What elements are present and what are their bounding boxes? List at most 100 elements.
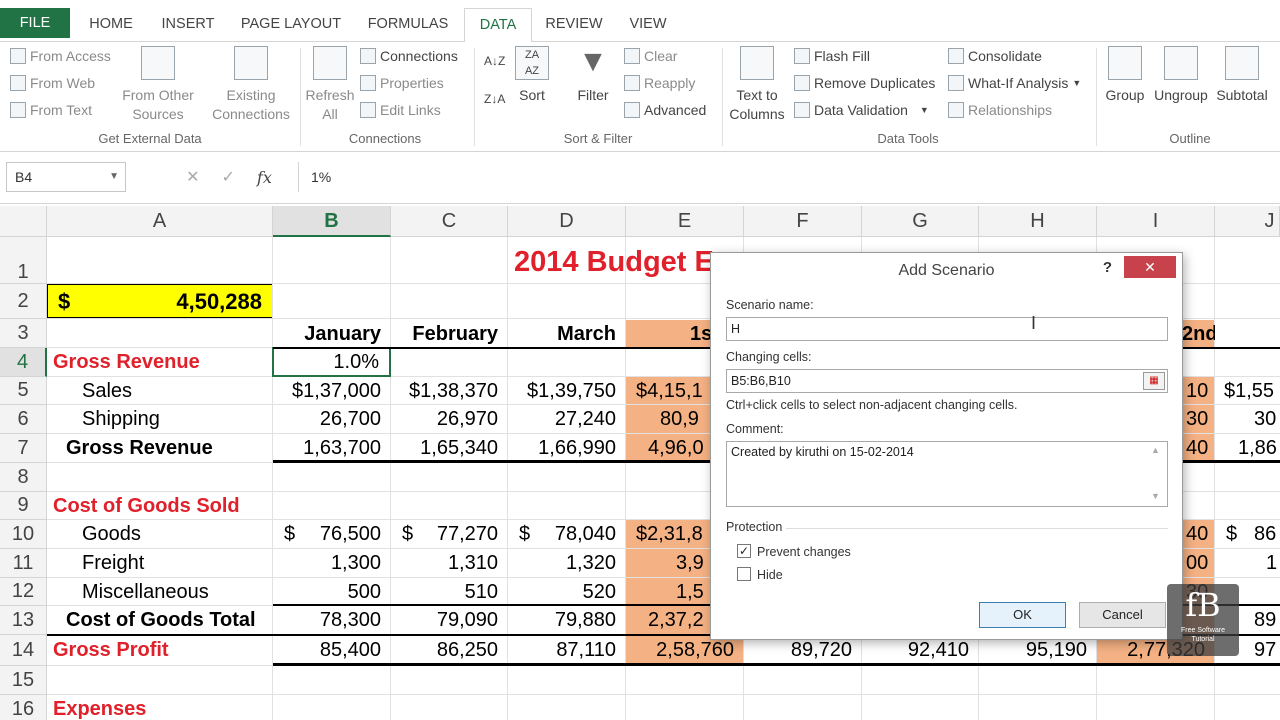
cell-d11[interactable]: 1,320: [508, 549, 626, 578]
cell-e11[interactable]: 3,9: [676, 549, 710, 578]
cell-b7[interactable]: 1,63,700: [273, 434, 391, 463]
hide-checkbox[interactable]: [737, 567, 751, 581]
row-header-3[interactable]: 3: [0, 319, 47, 348]
row-header-1[interactable]: 1: [0, 237, 47, 284]
tab-data[interactable]: DATA: [464, 8, 532, 43]
advanced-button[interactable]: Advanced: [624, 102, 706, 118]
column-header-d[interactable]: D: [508, 206, 626, 237]
cell-a7[interactable]: Gross Revenue: [66, 434, 272, 463]
cancel-icon[interactable]: ✕: [186, 167, 199, 187]
clear-button[interactable]: Clear: [624, 48, 677, 64]
properties-button[interactable]: Properties: [360, 75, 444, 91]
row-header-13[interactable]: 13: [0, 606, 47, 635]
cell-j11[interactable]: 1: [1266, 549, 1280, 578]
refresh-all-button[interactable]: Refresh All: [304, 46, 356, 124]
relationships-button[interactable]: Relationships: [948, 102, 1052, 118]
cell-i10[interactable]: 40: [1186, 520, 1215, 549]
cell-b12[interactable]: 500: [273, 578, 391, 606]
connections-button[interactable]: Connections: [360, 48, 458, 64]
remove-duplicates-button[interactable]: Remove Duplicates: [794, 75, 935, 91]
insert-function-icon[interactable]: fx: [257, 168, 272, 187]
cell-j7[interactable]: 1,86: [1238, 434, 1280, 463]
cell-b11[interactable]: 1,300: [273, 549, 391, 578]
what-if-analysis-button[interactable]: What-If Analysis ▼: [948, 75, 1081, 91]
cell-a6[interactable]: Shipping: [82, 405, 272, 434]
column-header-g[interactable]: G: [862, 206, 979, 237]
subtotal-button[interactable]: Subtotal: [1212, 46, 1272, 105]
column-header-i[interactable]: I: [1097, 206, 1215, 237]
scroll-up-icon[interactable]: ▲: [1151, 445, 1160, 455]
consolidate-button[interactable]: Consolidate: [948, 48, 1042, 64]
column-header-b[interactable]: B: [273, 206, 391, 237]
cell-a16[interactable]: Expenses: [47, 695, 273, 720]
tab-page-layout[interactable]: PAGE LAYOUT: [234, 8, 348, 42]
cell-a12[interactable]: Miscellaneous: [82, 578, 272, 606]
select-all-corner[interactable]: [0, 206, 47, 237]
row-header-16[interactable]: 16: [0, 695, 47, 720]
column-header-c[interactable]: C: [391, 206, 508, 237]
text-to-columns-button[interactable]: Text to Columns: [726, 46, 788, 124]
cell-b6[interactable]: 26,700: [273, 405, 391, 434]
cell-c12[interactable]: 510: [391, 578, 508, 606]
edit-links-button[interactable]: Edit Links: [360, 102, 441, 118]
column-header-e[interactable]: E: [626, 206, 744, 237]
sort-button[interactable]: ZA AZ Sort: [510, 46, 554, 105]
sort-z-to-a-button[interactable]: Z↓A: [484, 92, 505, 106]
cell-d3[interactable]: March: [508, 320, 626, 348]
changing-cells-input[interactable]: B5:B6,B10: [726, 369, 1168, 393]
cell-i5[interactable]: 10: [1186, 377, 1215, 405]
row-header-4[interactable]: 4: [0, 348, 47, 377]
from-web-button[interactable]: From Web: [10, 75, 95, 91]
cell-b3[interactable]: January: [273, 320, 391, 348]
filter-button[interactable]: ▼ Filter: [570, 46, 616, 105]
cell-d5[interactable]: $1,39,750: [508, 377, 626, 405]
row-header-9[interactable]: 9: [0, 492, 47, 520]
enter-icon[interactable]: ✓: [222, 167, 235, 187]
cell-a4[interactable]: Gross Revenue: [47, 348, 273, 376]
scroll-down-icon[interactable]: ▼: [1151, 491, 1160, 501]
cell-e13[interactable]: 2,37,2: [648, 606, 710, 635]
cell-a14[interactable]: Gross Profit: [47, 635, 273, 666]
cell-a13[interactable]: Cost of Goods Total: [66, 606, 272, 635]
from-access-button[interactable]: From Access: [10, 48, 111, 64]
cell-a11[interactable]: Freight: [82, 549, 272, 578]
cell-d12[interactable]: 520: [508, 578, 626, 606]
tab-view[interactable]: VIEW: [620, 8, 676, 42]
column-header-j[interactable]: J: [1215, 206, 1280, 237]
sheet-title[interactable]: 2014 Budget Evaluation: [514, 242, 714, 282]
range-select-icon[interactable]: ▦: [1143, 372, 1165, 390]
cell-c11[interactable]: 1,310: [391, 549, 508, 578]
cell-j6[interactable]: 30: [1254, 405, 1280, 434]
cell-i7[interactable]: 40: [1186, 434, 1215, 463]
column-header-f[interactable]: F: [744, 206, 862, 237]
from-text-button[interactable]: From Text: [10, 102, 92, 118]
scenario-name-input[interactable]: H: [726, 317, 1168, 341]
cell-e7[interactable]: 4,96,0: [648, 434, 710, 463]
cell-d10[interactable]: 78,040: [535, 520, 626, 549]
cell-b10[interactable]: 76,500: [300, 520, 391, 549]
cell-e6[interactable]: 80,9: [660, 405, 710, 434]
close-button[interactable]: ✕: [1124, 256, 1176, 278]
existing-connections-button[interactable]: Existing Connections: [206, 46, 296, 124]
row-header-15[interactable]: 15: [0, 666, 47, 695]
cell-j10[interactable]: 86: [1254, 520, 1280, 549]
cell-c10[interactable]: 77,270: [418, 520, 508, 549]
from-other-sources-button[interactable]: From Other Sources: [116, 46, 200, 124]
cell-c14[interactable]: 86,250: [391, 635, 508, 666]
cell-d6[interactable]: 27,240: [508, 405, 626, 434]
cell-d7[interactable]: 1,66,990: [508, 434, 626, 463]
row-header-12[interactable]: 12: [0, 578, 47, 606]
column-header-a[interactable]: A: [47, 206, 273, 237]
row-header-2[interactable]: 2: [0, 284, 47, 319]
cell-e10[interactable]: $2,31,8: [636, 520, 710, 549]
row-header-7[interactable]: 7: [0, 434, 47, 463]
chevron-down-icon[interactable]: ▼: [109, 163, 119, 191]
cell-c7[interactable]: 1,65,340: [391, 434, 508, 463]
cell-j5[interactable]: $1,55: [1224, 377, 1280, 405]
reapply-button[interactable]: Reapply: [624, 75, 695, 91]
cell-i6[interactable]: 30: [1186, 405, 1215, 434]
cell-e5[interactable]: $4,15,1: [636, 377, 710, 405]
tab-review[interactable]: REVIEW: [540, 8, 608, 42]
name-box[interactable]: B4 ▼: [6, 162, 126, 192]
tab-home[interactable]: HOME: [80, 8, 142, 42]
